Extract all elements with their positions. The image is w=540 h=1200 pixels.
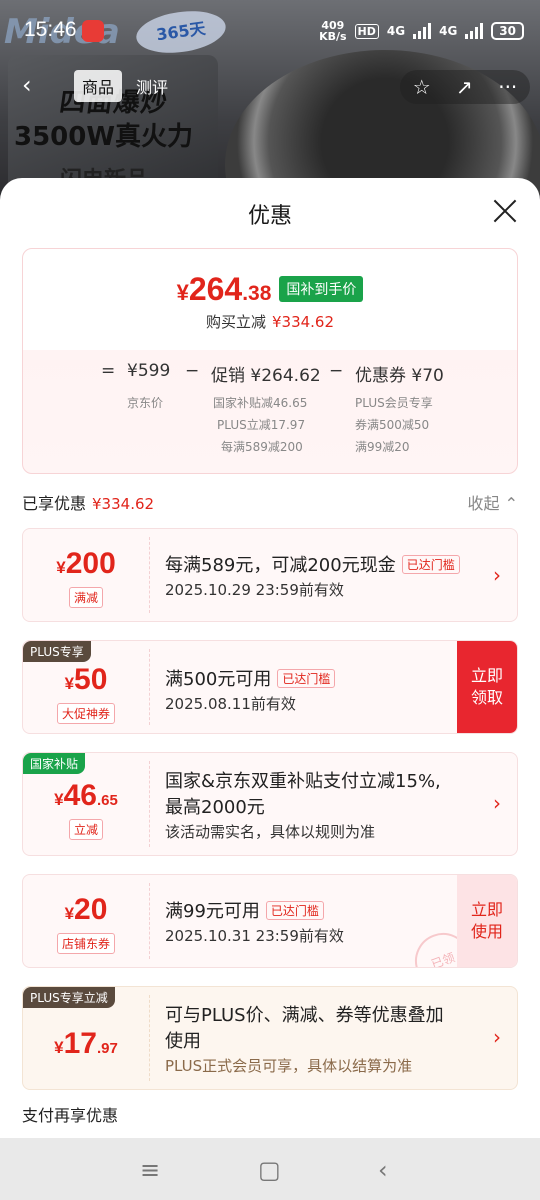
discount-sheet: 优惠 ¥264.38 国补到手价 购买立减 ¥334.62 = ¥599 京东价 …: [0, 178, 540, 1138]
status-bar: 15:46 409 KB/s HD 4G 4G 30: [0, 0, 540, 60]
gov-subsidy-tag: 国家补贴: [23, 753, 86, 774]
star-icon[interactable]: ☆: [413, 75, 431, 99]
network-speed: 409 KB/s: [319, 19, 347, 43]
coupon-card[interactable]: PLUS专享 ¥50 大促神券 满500元可用 已达门槛 2025.08.11前有…: [22, 640, 518, 734]
status-indicators: 409 KB/s HD 4G 4G 30: [319, 20, 524, 42]
plus-exclusive-tag: PLUS专享: [23, 641, 91, 662]
app-notification-icon: [82, 20, 104, 42]
coupon-validity: 2025.08.11前有效: [165, 695, 296, 713]
hd-icon: HD: [354, 23, 379, 39]
coupon-detail-3: 满99减20: [355, 440, 410, 454]
home-icon[interactable]: ▢: [258, 1156, 281, 1184]
back-arrow-icon[interactable]: ‹: [22, 72, 48, 98]
product-tabs: 商品 测评: [74, 70, 176, 102]
signal-icon: [465, 23, 484, 39]
coupon-condition: 满500元可用 已达门槛: [165, 665, 336, 691]
equals-sign: =: [101, 361, 116, 381]
coupon-card[interactable]: ¥20 店铺东券 满99元可用 已达门槛 2025.10.31 23:59前有效 …: [22, 874, 518, 968]
coupon-note: PLUS正式会员可享，具体以结算为准: [165, 1057, 413, 1075]
coupon-detail-1: PLUS会员专享: [355, 396, 433, 410]
plus-exclusive-tag: PLUS专享立减: [23, 987, 115, 1008]
coupon-card[interactable]: PLUS专享立减 ¥17.97 可与PLUS价、满减、券等优惠叠加 使用 PLU…: [22, 986, 518, 1090]
coupon-type-tag: 店铺东券: [56, 933, 116, 954]
minus-sign: −: [185, 361, 200, 381]
battery-icon: 30: [491, 22, 524, 40]
menu-icon[interactable]: ≡: [140, 1156, 160, 1184]
network-type-1: 4G: [386, 24, 406, 38]
price-summary: ¥264.38 国补到手价 购买立减 ¥334.62 = ¥599 京东价 − 促…: [22, 248, 518, 474]
minus-sign: −: [329, 361, 344, 381]
coupon-type-tag: 立减: [68, 819, 104, 840]
coupon-amount: ¥46.65: [54, 779, 118, 812]
coupon-amount: 优惠券 ¥70: [355, 366, 444, 386]
saved-row: 购买立减 ¥334.62: [205, 313, 335, 331]
tab-review[interactable]: 测评: [128, 70, 176, 102]
coupon-validity: 2025.10.29 23:59前有效: [165, 581, 344, 599]
chevron-right-icon[interactable]: ›: [493, 563, 501, 587]
status-time: 15:46: [24, 18, 77, 41]
original-price: ¥599: [127, 361, 171, 381]
coupon-condition-2: 使用: [165, 1031, 201, 1052]
coupon-amount: ¥20: [64, 893, 108, 926]
network-type-2: 4G: [439, 24, 458, 38]
coupon-card[interactable]: 国家补贴 ¥46.65 立减 国家&京东双重补贴支付立减15%, 最高2000元…: [22, 752, 518, 856]
price-breakdown: = ¥599 京东价 − 促销 ¥264.62 国家补贴减46.65 PLUS立…: [23, 361, 517, 471]
coupon-note: 该活动需实名，具体以规则为准: [165, 823, 376, 841]
promo-detail-3: 每满589减200: [221, 440, 303, 454]
signal-icon: [413, 23, 432, 39]
coupon-amount: ¥50: [64, 663, 108, 696]
coupon-amount: ¥200: [56, 547, 116, 580]
coupon-type-tag: 满减: [68, 587, 104, 608]
coupon-card[interactable]: ¥200 满减 每满589元，可减200元现金 已达门槛 2025.10.29 2…: [22, 528, 518, 622]
share-icon[interactable]: ↗: [456, 75, 473, 99]
coupon-detail-2: 券满500减50: [355, 418, 430, 432]
coupon-condition: 满99元可用 已达门槛: [165, 897, 324, 923]
sheet-title: 优惠: [247, 204, 292, 229]
promo-detail-1: 国家补贴减46.65: [213, 396, 308, 410]
gov-subsidy-tag: 国补到手价: [279, 276, 364, 302]
system-nav-bar: ≡ ▢ ‹: [0, 1138, 540, 1200]
coupon-condition: 国家&京东双重补贴支付立减15%,: [165, 771, 441, 792]
coupon-condition-2: 最高2000元: [165, 797, 265, 818]
more-icon[interactable]: ···: [498, 75, 517, 99]
promo-amount: 促销 ¥264.62: [211, 366, 321, 386]
chevron-right-icon[interactable]: ›: [493, 1025, 501, 1049]
top-actions: ☆ ↗ ···: [400, 70, 530, 104]
enjoyed-discount: 已享优惠 ¥334.62: [22, 494, 155, 513]
promo-detail-2: PLUS立减17.97: [217, 418, 306, 432]
final-price: ¥264.38: [176, 271, 272, 307]
use-coupon-button[interactable]: 立即使用: [457, 875, 517, 967]
coupon-validity: 2025.10.31 23:59前有效: [165, 927, 344, 945]
back-icon[interactable]: ‹: [378, 1156, 388, 1184]
coupon-condition: 可与PLUS价、满减、券等优惠叠加: [165, 1005, 444, 1026]
chevron-right-icon[interactable]: ›: [493, 791, 501, 815]
claim-coupon-button[interactable]: 立即领取: [457, 641, 517, 733]
coupon-type-tag: 大促神券: [56, 703, 116, 724]
tab-product[interactable]: 商品: [74, 70, 123, 102]
collapse-button[interactable]: 收起 ⌃: [468, 490, 519, 514]
original-price-label: 京东价: [127, 396, 164, 410]
coupon-condition: 每满589元，可减200元现金 已达门槛: [165, 551, 460, 577]
banner-line2: 3500W真火力: [14, 122, 194, 152]
close-icon[interactable]: [492, 198, 518, 224]
coupon-amount: ¥17.97: [54, 1027, 118, 1060]
pay-more-discounts: 支付再享优惠: [22, 1106, 119, 1125]
